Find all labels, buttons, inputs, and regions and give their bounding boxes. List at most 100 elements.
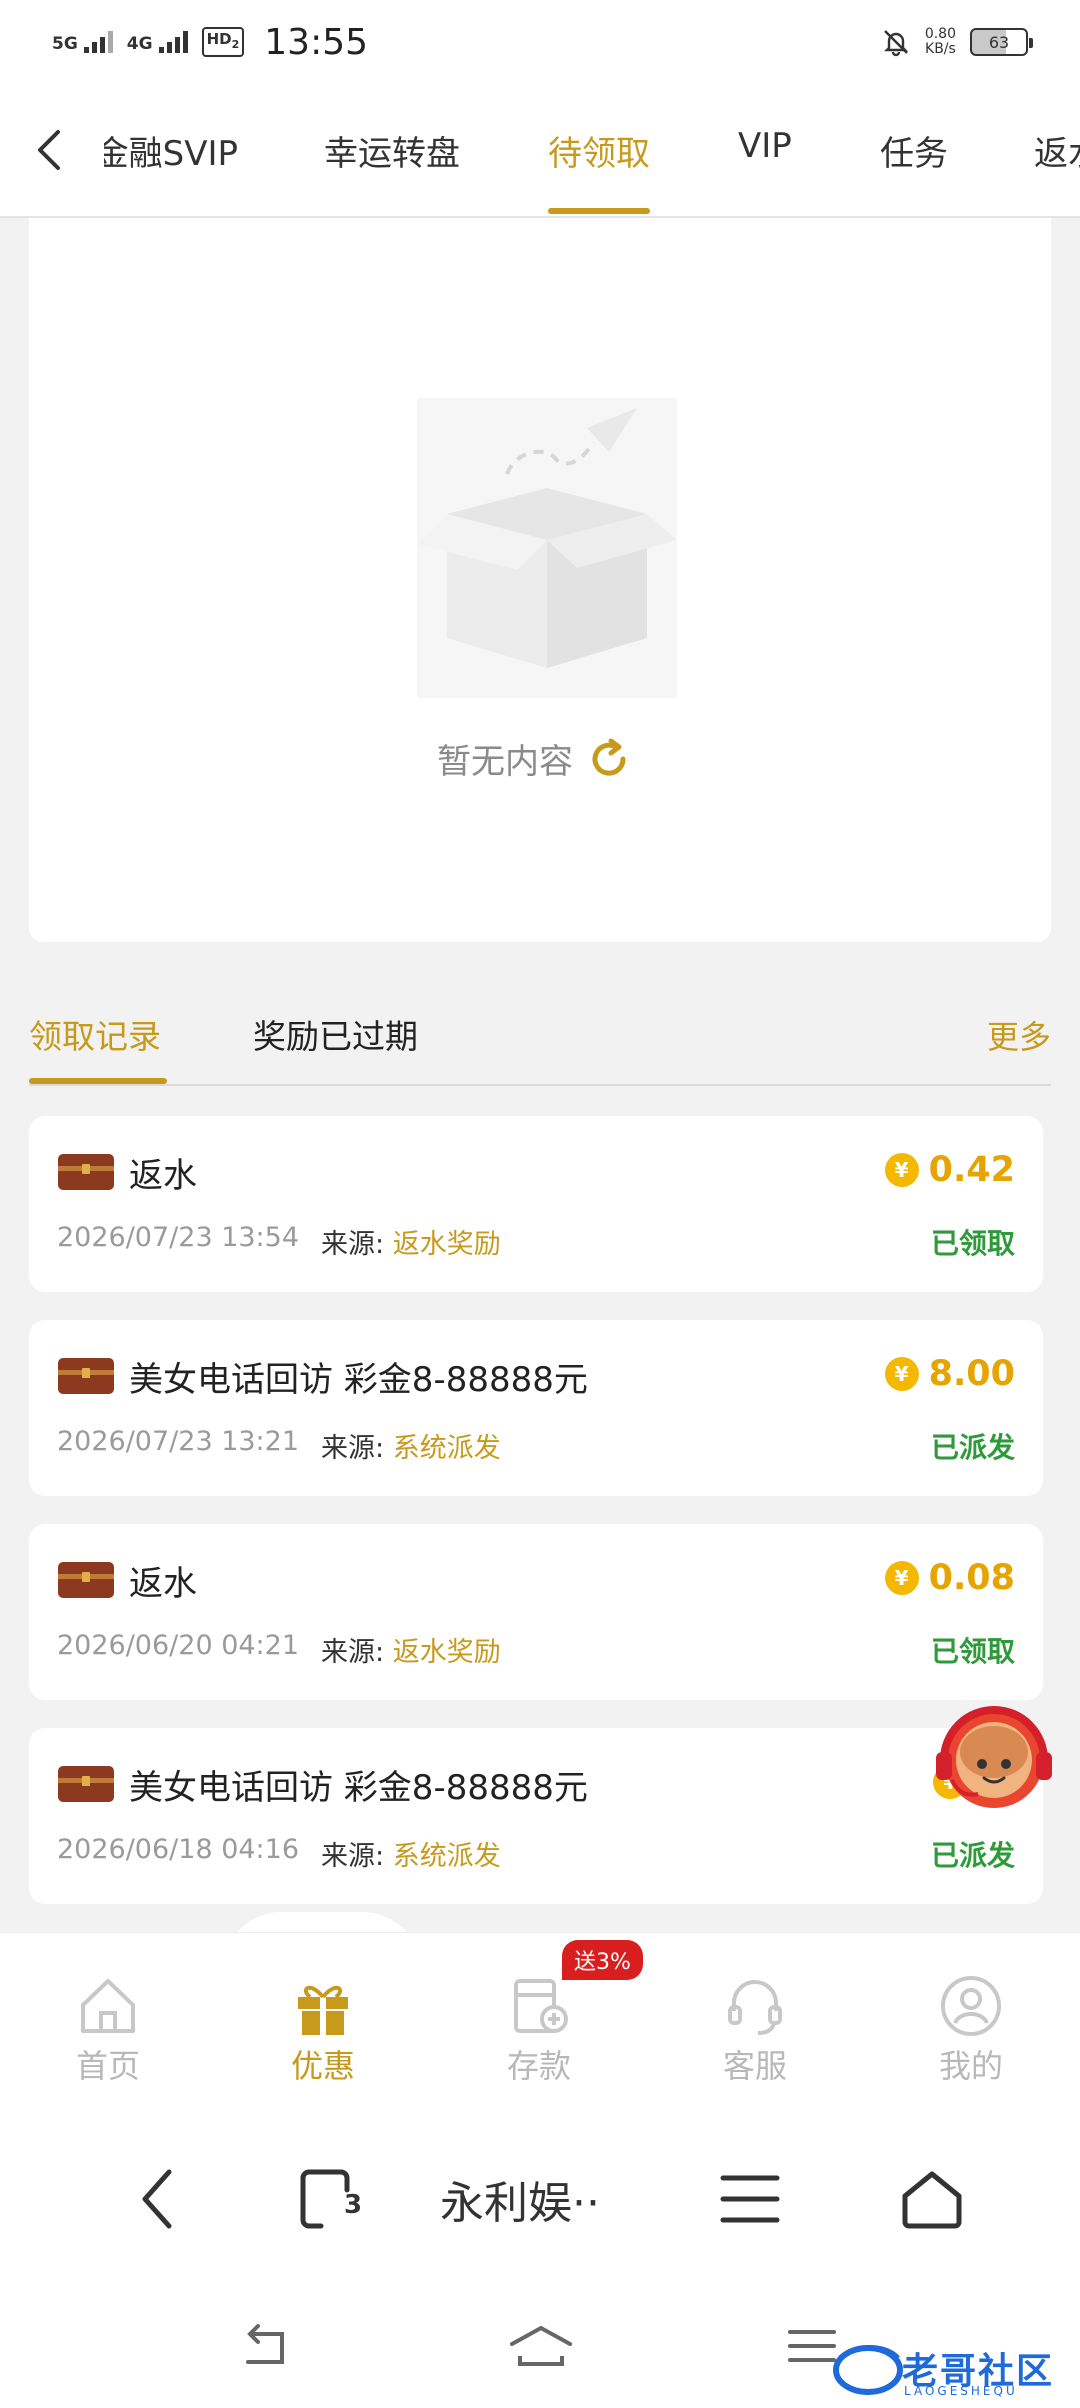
browser-tabs-button[interactable]: 3 xyxy=(292,2162,372,2236)
browser-home-button[interactable] xyxy=(892,2162,972,2236)
home-icon xyxy=(81,1979,135,2033)
record-status: 已领取 xyxy=(930,1635,1015,1668)
record-tabs: 领取记录 奖励已过期 更多 xyxy=(29,1000,1051,1086)
nav-mine[interactable]: 我的 xyxy=(906,1973,1036,2087)
record-source-label: 来源: xyxy=(321,1637,385,1668)
tab-tasks[interactable]: 任务 xyxy=(880,126,948,175)
gift-icon xyxy=(298,1985,348,2035)
record-source-label: 来源: xyxy=(321,1841,385,1872)
nav-deposit-label: 存款 xyxy=(506,2047,571,2085)
record-source-label: 来源: xyxy=(321,1433,385,1464)
tab-pending[interactable]: 待领取 xyxy=(548,126,650,175)
tab-vip[interactable]: VIP xyxy=(738,126,792,166)
clock: 13:55 xyxy=(264,21,369,63)
nav-home[interactable]: 首页 xyxy=(43,1973,173,2087)
tab-count: 3 xyxy=(344,2190,363,2220)
record-source: 返水奖励 xyxy=(392,1229,501,1260)
back-button[interactable] xyxy=(24,122,74,178)
tab-rebate[interactable]: 返水 xyxy=(1034,126,1080,175)
record-date: 2026/07/23 13:54 xyxy=(57,1222,300,1253)
record-source: 系统派发 xyxy=(392,1841,501,1872)
record-meta: 2026/06/20 04:21 来源: 返水奖励 xyxy=(57,1630,501,1669)
record-meta: 2026/07/23 13:21 来源: 系统派发 xyxy=(57,1426,501,1465)
more-link[interactable]: 更多 xyxy=(987,1012,1051,1058)
nav-promo[interactable]: 优惠 xyxy=(258,1973,388,2087)
empty-state-text: 暂无内容 xyxy=(437,742,573,782)
nav-support-label: 客服 xyxy=(722,2047,787,2085)
signal-bars-icon xyxy=(158,31,188,53)
coin-icon: ¥ xyxy=(884,1357,919,1391)
record-title: 美女电话回访 彩金8-88888元 xyxy=(129,1360,588,1400)
nav-support[interactable]: 客服 xyxy=(690,1973,820,2087)
record-amount: ¥ 8.00 xyxy=(884,1354,1015,1394)
bottom-nav: 首页 优惠 存款 客服 我的 xyxy=(0,1932,1080,2102)
record-amount-value: 0.08 xyxy=(928,1558,1015,1598)
status-left: 5G 4G HD2 13:55 xyxy=(52,22,368,63)
record-amount-value: 0.42 xyxy=(928,1150,1015,1190)
watermark-logo: 老哥社区 LAOGESHEQU xyxy=(828,2338,1060,2400)
record-source-label: 来源: xyxy=(321,1229,385,1260)
pending-rewards-card: 暂无内容 xyxy=(29,218,1051,942)
coin-icon: ¥ xyxy=(884,1561,919,1595)
system-home-icon[interactable] xyxy=(506,2322,576,2370)
record-item[interactable]: 返水 ¥ 0.42 2026/07/23 13:54 来源: 返水奖励 已领取 xyxy=(29,1116,1043,1292)
battery-icon: 63 xyxy=(970,28,1033,56)
record-source-group: 来源: 返水奖励 xyxy=(321,1222,501,1261)
record-item[interactable]: 美女电话回访 彩金8-88888元 ¥ 8.00 2026/07/23 13:2… xyxy=(29,1320,1043,1496)
system-back-icon[interactable] xyxy=(238,2322,294,2370)
record-amount-value: 8.00 xyxy=(928,1354,1015,1394)
record-date: 2026/06/18 04:16 xyxy=(57,1834,300,1865)
hd-sub: 2 xyxy=(231,38,240,51)
support-avatar-icon[interactable] xyxy=(930,1694,1058,1822)
status-bar: 5G 4G HD2 13:55 0.80 KB/s 63 xyxy=(0,0,1080,84)
category-tab-bar: 金融SVIP 幸运转盘 待领取 VIP 任务 返水 xyxy=(0,84,1080,218)
net-speed-unit: KB/s xyxy=(925,41,956,57)
browser-back-button[interactable] xyxy=(120,2162,194,2236)
record-status: 已派发 xyxy=(930,1839,1015,1872)
refresh-icon[interactable] xyxy=(587,737,631,781)
coin-icon: ¥ xyxy=(884,1153,919,1187)
headset-icon xyxy=(728,1980,782,2035)
empty-state: 暂无内容 xyxy=(437,734,631,783)
deposit-bonus-badge: 送3% xyxy=(562,1940,643,1980)
tab-expired-rewards[interactable]: 奖励已过期 xyxy=(253,1010,418,1058)
hd-voice-icon: HD2 xyxy=(201,27,245,57)
record-title: 美女电话回访 彩金8-88888元 xyxy=(129,1768,588,1808)
tab-claim-records[interactable]: 领取记录 xyxy=(29,1010,161,1058)
record-title: 返水 xyxy=(129,1564,197,1604)
record-date: 2026/07/23 13:21 xyxy=(57,1426,300,1457)
record-item[interactable]: 美女电话回访 彩金8-88888元 ¥ 8. 2026/06/18 04:16 … xyxy=(29,1728,1043,1904)
tab-lucky-wheel[interactable]: 幸运转盘 xyxy=(324,126,460,175)
battery-level: 63 xyxy=(988,32,1010,52)
chevron-left-icon xyxy=(38,130,60,170)
record-tab-indicator xyxy=(29,1078,167,1084)
bell-off-icon xyxy=(883,30,908,57)
status-right: 0.80 KB/s 63 xyxy=(881,27,1033,57)
browser-toolbar: 3 永利娱·· xyxy=(0,2102,1080,2292)
browser-menu-button[interactable] xyxy=(710,2162,790,2236)
browser-page-title[interactable]: 永利娱·· xyxy=(440,2162,650,2236)
nav-promo-label: 优惠 xyxy=(290,2047,355,2085)
treasure-chest-icon xyxy=(58,1358,114,1394)
record-meta: 2026/07/23 13:54 来源: 返水奖励 xyxy=(57,1222,501,1261)
sim2-label: 4G xyxy=(126,34,153,54)
record-status: 已领取 xyxy=(930,1227,1015,1260)
treasure-chest-icon xyxy=(58,1766,114,1802)
record-source-group: 来源: 系统派发 xyxy=(321,1834,501,1873)
menu-icon xyxy=(720,2175,780,2223)
signal-sim2: 4G xyxy=(127,31,188,53)
record-item[interactable]: 返水 ¥ 0.08 2026/06/20 04:21 来源: 返水奖励 已领取 xyxy=(29,1524,1043,1700)
record-date: 2026/06/20 04:21 xyxy=(57,1630,300,1661)
signal-bars-icon xyxy=(83,31,113,53)
record-amount: ¥ 0.08 xyxy=(884,1558,1015,1598)
record-source: 返水奖励 xyxy=(392,1637,501,1668)
tab-svip[interactable]: 金融SVIP xyxy=(104,126,238,175)
browser-page-title-text: 永利娱·· xyxy=(440,2178,600,2229)
record-title: 返水 xyxy=(129,1156,197,1196)
watermark-subtext: LAOGESHEQU xyxy=(904,2384,1018,2398)
net-speed-value: 0.80 xyxy=(924,26,956,42)
empty-box-icon xyxy=(417,398,677,698)
nav-deposit[interactable]: 存款 xyxy=(474,1973,604,2087)
chevron-left-icon xyxy=(142,2169,172,2229)
net-speed: 0.80 KB/s xyxy=(925,27,956,57)
